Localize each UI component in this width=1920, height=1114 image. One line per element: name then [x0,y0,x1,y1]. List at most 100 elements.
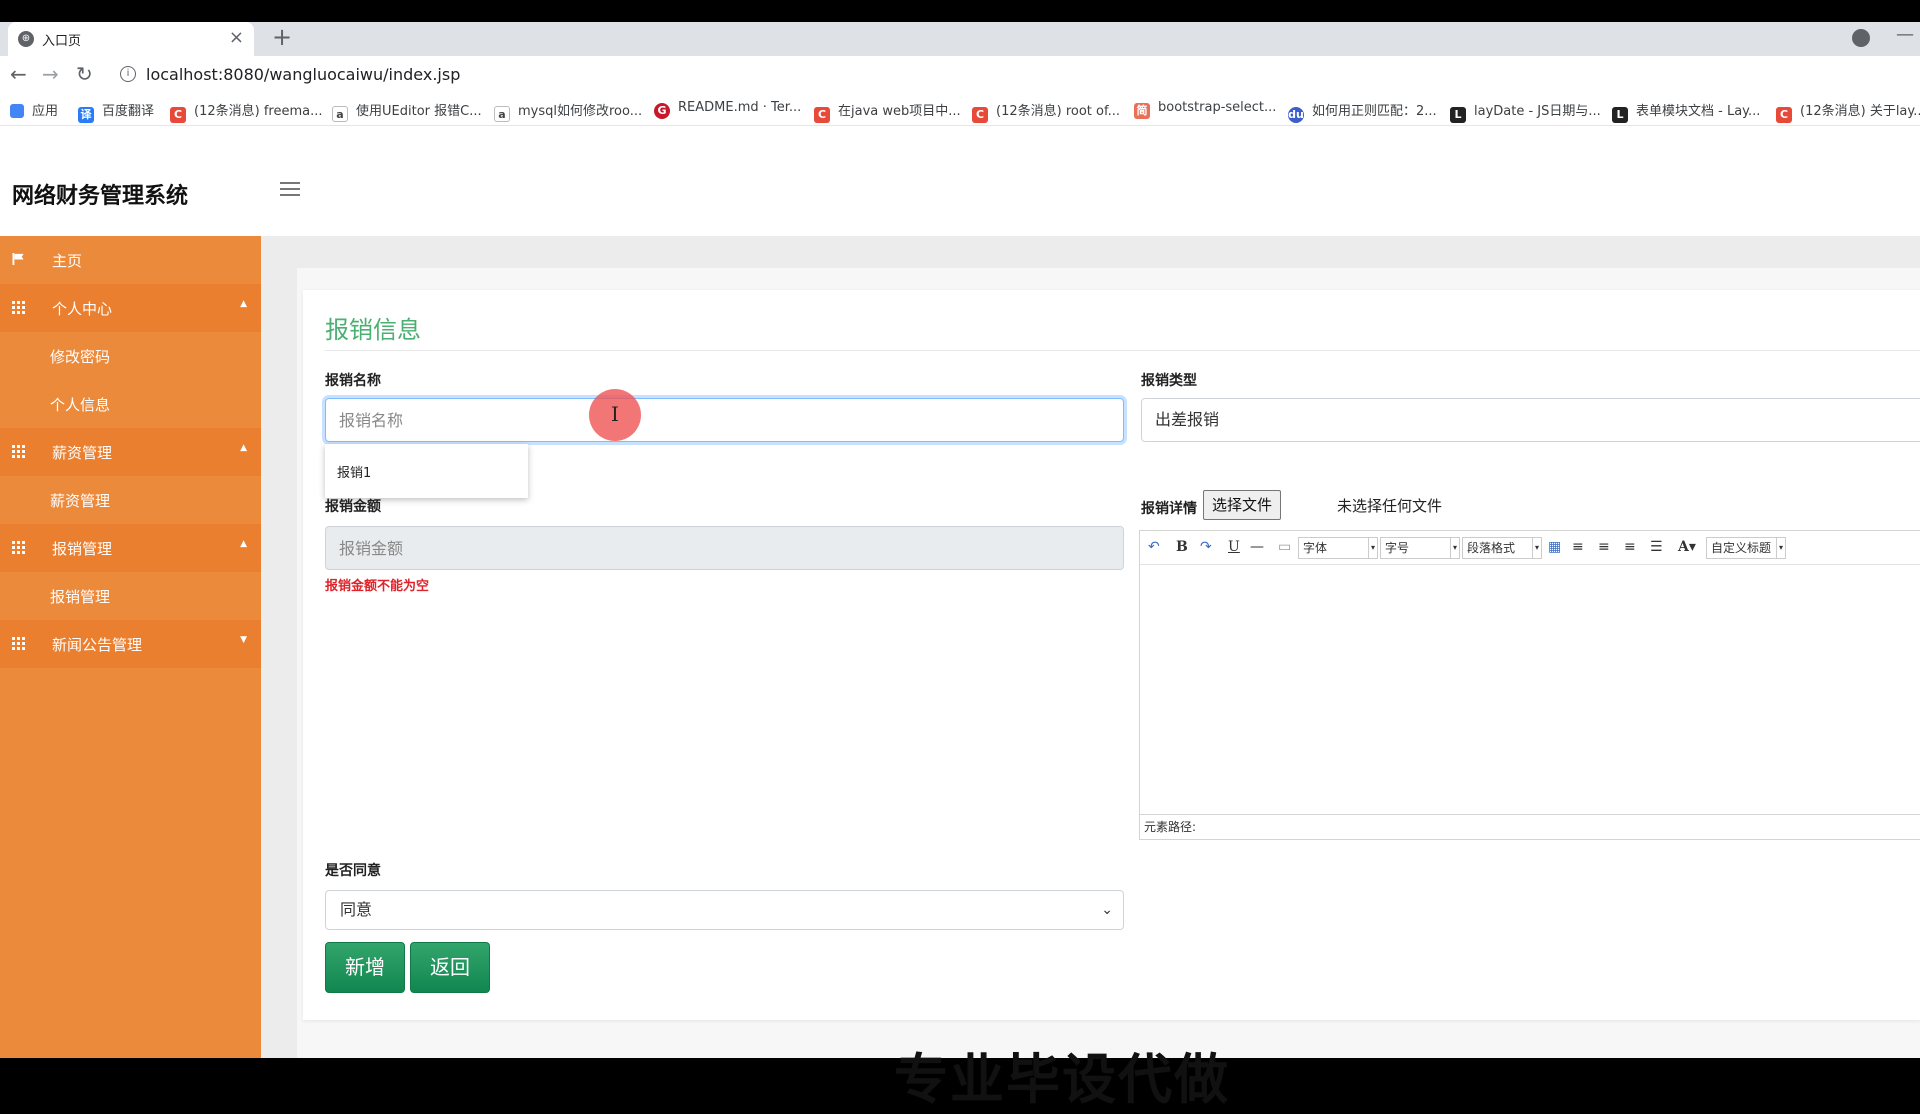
custom-title-select[interactable]: 自定义标题 ▾ [1706,537,1786,559]
apps-grid-icon [10,104,24,118]
gitee-icon: G [654,103,670,119]
autocomplete-dropdown[interactable]: 报销1 [325,444,528,498]
font-family-select[interactable]: 字体 ▾ [1298,537,1378,559]
element-path: 元素路径: [1140,814,1920,839]
sidebar-item-label: 报销管理 [50,588,111,606]
paragraph-select[interactable]: 段落格式 ▾ [1462,537,1542,559]
app-header: 网络财务管理系统 [0,126,1920,236]
sidebar-item-change-password[interactable]: 修改密码 [0,332,261,380]
page-icon: a [332,106,348,122]
amount-error: 报销金额不能为空 [325,579,430,594]
sidebar-item-salary[interactable]: 薪资管理 [0,476,261,524]
csdn-icon: C [972,107,988,123]
add-button[interactable]: 新增 [325,942,405,993]
bookmark-item[interactable]: a 使用UEditor 报错C... [332,100,482,122]
bookmark-item[interactable]: C (12条消息) 关于lay... [1776,100,1920,123]
sidebar-item-label: 修改密码 [50,348,111,366]
page-icon: a [494,106,510,122]
sidebar: 主页 个人中心 ▲ 修改密码 个人信息 薪资管理 ▲ 薪资管理 报销管理 ▲ 报… [0,236,261,1058]
file-status: 未选择任何文件 [1337,497,1443,515]
minimize-icon[interactable]: — [1896,24,1914,45]
bookmark-item[interactable]: LlayDate - JS日期与... [1450,100,1601,123]
overlay-caption: 专业毕设代做 [894,1048,1230,1111]
bookmark-item[interactable]: G README.md · Ter... [654,100,801,119]
font-size-select[interactable]: 字号 ▾ [1380,537,1460,559]
main-content: 报销信息 报销名称 报销1 报销类型 出差报销 报销金额 报销金额不能为空 报销… [261,236,1920,1058]
font-color-icon[interactable]: A▾ [1678,539,1696,555]
baidu-icon: du [1288,107,1304,123]
autocomplete-option[interactable]: 报销1 [337,466,371,481]
bookmark-item[interactable]: C (12条消息) freema... [170,100,322,123]
bookmark-label: 应用 [32,104,59,119]
sidebar-group-salary[interactable]: 薪资管理 ▲ [0,428,261,476]
bookmark-label: 如何用正则匹配：2... [1312,104,1437,119]
sidebar-item-home[interactable]: 主页 [0,236,261,284]
close-icon[interactable]: × [229,27,244,48]
browser-tab[interactable]: ⊕ 入口页 × [8,22,254,56]
sidebar-item-reimbursement[interactable]: 报销管理 [0,572,261,620]
bookmark-apps[interactable]: 应用 [10,100,58,119]
app-title: 网络财务管理系统 [12,184,189,209]
chevron-down-icon: ⌄ [1101,902,1113,918]
bookmark-label: layDate - JS日期与... [1474,104,1601,119]
rich-text-editor[interactable]: ↶ B ↷ U — ▭ 字体 ▾ 字号 ▾ 段落格式 ▾ ▦ ≡ ≡ ≡ ☰ A▾ 自… [1139,530,1920,840]
bookmark-label: 表单模块文档 - Lay... [1636,104,1761,119]
bookmark-item[interactable]: a mysql如何修改roo... [494,100,642,122]
sidebar-group-personal-center[interactable]: 个人中心 ▲ [0,284,261,332]
grid-icon [12,541,25,554]
grid-icon [12,637,25,650]
chevron-up-icon: ▲ [240,299,247,309]
layui-icon: L [1450,107,1466,123]
back-arrow-icon[interactable]: ← [10,62,27,86]
table-icon[interactable]: ▦ [1548,539,1561,555]
align-left-icon[interactable]: ≡ [1572,539,1584,555]
type-field[interactable]: 出差报销 [1141,398,1920,442]
back-button[interactable]: 返回 [410,942,490,993]
name-input[interactable] [325,398,1124,442]
clear-format-icon[interactable]: ▭ [1278,539,1291,555]
bookmark-item[interactable]: C 在java web项目中... [814,100,961,123]
amount-input[interactable] [325,526,1124,570]
sidebar-item-label: 报销管理 [52,540,113,558]
align-justify-icon[interactable]: ☰ [1650,539,1663,555]
sidebar-group-reimbursement[interactable]: 报销管理 ▲ [0,524,261,572]
custom-title-label: 自定义标题 [1711,541,1772,555]
align-right-icon[interactable]: ≡ [1598,539,1610,555]
forward-arrow-icon[interactable]: → [42,62,59,86]
bookmark-label: 在java web项目中... [838,104,961,119]
choose-file-button[interactable]: 选择文件 [1203,490,1282,520]
bookmark-item[interactable]: 简 bootstrap-select... [1134,100,1276,119]
info-icon[interactable]: i [120,66,136,82]
horizontal-rule-icon[interactable]: — [1250,539,1264,555]
bookmarks-bar: 应用 译百度翻译 C (12条消息) freema... a 使用UEditor 报… [0,94,1920,126]
bookmark-baidu-translate[interactable]: 译百度翻译 [78,100,154,123]
profile-icon[interactable] [1852,29,1870,47]
sidebar-item-label: 个人中心 [52,300,113,318]
csdn-icon: C [170,107,186,123]
sidebar-item-label: 新闻公告管理 [52,636,143,654]
bookmark-item[interactable]: du 如何用正则匹配：2... [1288,100,1437,123]
hamburger-menu-icon[interactable] [280,182,300,198]
underline-icon[interactable]: U [1228,539,1240,555]
agree-select[interactable]: 同意 ⌄ [325,890,1124,930]
url-field[interactable]: localhost:8080/wangluocaiwu/index.jsp [146,65,460,84]
bookmark-item[interactable]: C (12条消息) root of... [972,100,1120,123]
detail-label: 报销详情 [1141,501,1197,517]
reload-icon[interactable]: ↻ [76,62,93,86]
sidebar-item-label: 薪资管理 [52,444,113,462]
sidebar-group-news[interactable]: 新闻公告管理 ▼ [0,620,261,668]
bookmark-label: (12条消息) 关于lay... [1800,104,1920,119]
bookmark-label: bootstrap-select... [1158,100,1277,115]
chevron-down-icon: ▾ [1532,538,1541,558]
undo-icon[interactable]: ↶ [1148,539,1160,555]
redo-icon[interactable]: ↷ [1200,539,1212,555]
amount-label: 报销金额 [325,499,381,515]
bold-icon[interactable]: B [1176,539,1188,555]
align-center-icon[interactable]: ≡ [1624,539,1636,555]
divider [325,350,1920,351]
new-tab-icon[interactable]: + [272,23,292,51]
sidebar-item-personal-info[interactable]: 个人信息 [0,380,261,428]
tab-title: 入口页 [42,34,82,49]
sidebar-item-label: 主页 [52,252,83,270]
bookmark-item[interactable]: L 表单模块文档 - Lay... [1612,100,1760,123]
